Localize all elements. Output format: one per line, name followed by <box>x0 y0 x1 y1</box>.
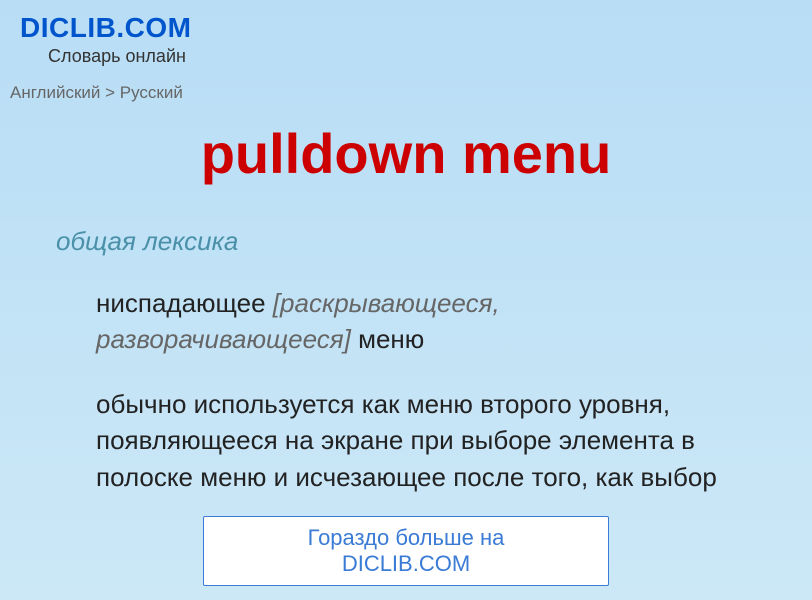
definition-prefix: ниспадающее <box>96 288 273 318</box>
definition-text: ниспадающее [раскрывающееся, разворачива… <box>96 285 756 358</box>
category-label: общая лексика <box>56 226 756 257</box>
site-logo[interactable]: DICLIB.COM <box>20 12 792 44</box>
more-button[interactable]: Гораздо больше на DICLIB.COM <box>203 516 609 586</box>
site-subtitle: Словарь онлайн <box>48 46 792 67</box>
definition-suffix: меню <box>351 324 424 354</box>
term-title: pulldown menu <box>0 121 812 186</box>
breadcrumb[interactable]: Английский > Русский <box>0 73 812 103</box>
usage-text: обычно используется как меню второго уро… <box>96 386 756 495</box>
